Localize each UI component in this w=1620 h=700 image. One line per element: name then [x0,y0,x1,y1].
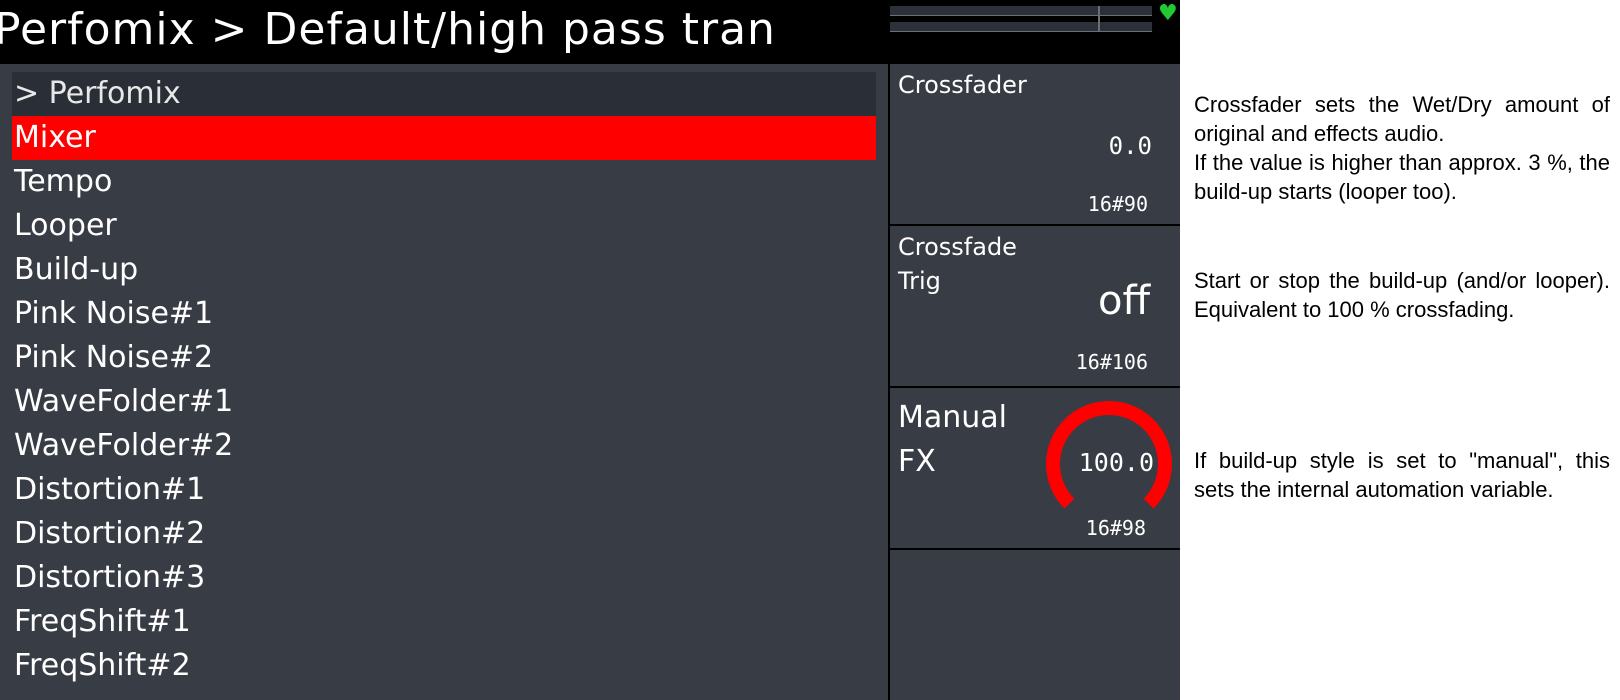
menu-list: > Perfomix Mixer Tempo Looper Build-up P… [0,64,888,700]
menu-item-distortion-1[interactable]: Distortion#1 [12,468,876,512]
param-crossfader[interactable]: Crossfader 0.0 16#90 [890,64,1180,226]
param-value: 100.0 [1078,448,1154,477]
parameter-panel: Crossfader 0.0 16#90 Crossfade Trig off … [888,64,1180,700]
page-title: Perfomix > Default/high pass tran [0,4,776,55]
heart-icon: ♥ [1158,1,1178,26]
param-name: Manual FX [898,400,1008,479]
menu-item-freqshift-1[interactable]: FreqShift#1 [12,600,876,644]
description-crossfader: Crossfader sets the Wet/Dry amount of or… [1194,90,1610,206]
menu-item-distortion-2[interactable]: Distortion#2 [12,512,876,556]
level-meter-marker [1098,6,1100,32]
param-cc: 16#106 [1075,350,1148,374]
title-bar: Perfomix > Default/high pass tran [0,0,888,64]
param-cc: 16#90 [1087,192,1148,216]
status-bar: ♥ [888,0,1180,64]
level-meter-bottom [890,22,1152,32]
param-manual-fx[interactable]: Manual FX 100.0 16#98 [890,388,1180,550]
description-manual-fx: If build-up style is set to "manual", th… [1194,446,1610,504]
param-name: Crossfader [898,71,1027,99]
description-text: Start or stop the build-up (and/or loope… [1194,268,1610,322]
menu-item-breadcrumb[interactable]: > Perfomix [12,72,876,116]
param-name: Crossfade Trig [898,233,1017,295]
param-value: off [1097,278,1150,324]
menu-item-freqshift-2[interactable]: FreqShift#2 [12,644,876,688]
param-crossfade-trig[interactable]: Crossfade Trig off 16#106 [890,226,1180,388]
menu-item-tempo[interactable]: Tempo [12,160,876,204]
menu-item-wavefolder-2[interactable]: WaveFolder#2 [12,424,876,468]
menu-item-pink-noise-2[interactable]: Pink Noise#2 [12,336,876,380]
description-text: If build-up style is set to "manual", th… [1194,448,1610,502]
description-crossfade-trig: Start or stop the build-up (and/or loope… [1194,266,1610,324]
menu-item-build-up[interactable]: Build-up [12,248,876,292]
menu-item-distortion-3[interactable]: Distortion#3 [12,556,876,600]
menu-item-mixer[interactable]: Mixer [12,116,876,160]
menu-item-looper[interactable]: Looper [12,204,876,248]
description-text: Crossfader sets the Wet/Dry amount of or… [1194,92,1610,204]
param-value: 0.0 [1108,132,1152,160]
param-cc: 16#98 [1085,516,1146,540]
menu-item-wavefolder-1[interactable]: WaveFolder#1 [12,380,876,424]
menu-item-pink-noise-1[interactable]: Pink Noise#1 [12,292,876,336]
level-meter-top [890,6,1152,16]
